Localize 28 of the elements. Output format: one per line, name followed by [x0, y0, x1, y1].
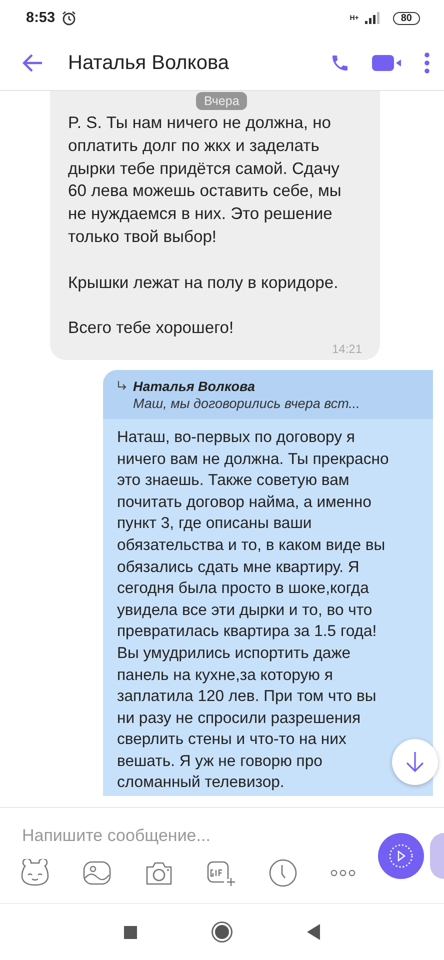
battery-indicator: 80 [392, 12, 420, 24]
back-button[interactable] [306, 924, 320, 940]
back-arrow-icon[interactable] [22, 52, 44, 74]
clock-icon[interactable] [268, 858, 298, 888]
arrow-down-icon [405, 751, 425, 773]
quoted-reply[interactable]: Наталья Волкова Маш, мы договорились вчера вст... [103, 370, 433, 419]
message-text: P. S. Ты нам ничего не должна, но оплатить долг по жкх и заделать дырки тебе придётся самой. Сдачу 60 лева можешь оставить себе, мы не нуждаемся в них. Это решение только твой выбор! Крышки лежат на полу в коридоре. Всего тебе хорошего! [68, 112, 342, 340]
quoted-author: Наталья Волкова [133, 378, 256, 394]
message-input[interactable]: Напишите сообщение... [20, 824, 324, 848]
more-icon[interactable] [424, 52, 430, 74]
more-icon[interactable] [330, 868, 356, 876]
sticker-icon[interactable] [20, 858, 50, 886]
recents-button[interactable] [124, 926, 136, 938]
voice-message-button[interactable] [378, 832, 424, 878]
message-time: 14:21 [332, 342, 362, 356]
status-time: 8:53 [26, 10, 56, 26]
phone-icon[interactable] [330, 53, 350, 73]
play-icon [388, 842, 414, 868]
message-text: Наташ, во-первых по договору я ничего вам не должна. Ты прекрасно это знаешь. Также советую вам почитать договор найма, а именно пункт 3, где описаны ваши обязательства и то, в каком виде вы обязались сдать мне квартиру. Я сегодня была просто в шоке,когда увидела все эти дырки и то, во что превратилась квартира за 1.5 года! Вы умудрились испортить даже панель на кухне,за которую я заплатила 120 лев. При том что вы ни разу не спросили разрешения сверлить стены и что-то на них вешать. Я уж не говорю про сломанный телевизор. [116, 428, 389, 794]
video-camera-icon[interactable] [372, 53, 402, 73]
home-button[interactable] [212, 923, 230, 941]
image-icon[interactable] [82, 858, 112, 886]
alarm-icon [61, 10, 78, 26]
contact-name: Наталья Волкова [68, 52, 230, 74]
gif-icon[interactable] [206, 858, 236, 886]
reply-arrow-icon [117, 381, 127, 392]
quoted-text: Маш, мы договорились вчера вст... [133, 396, 361, 411]
date-chip: Вчера [196, 92, 248, 110]
